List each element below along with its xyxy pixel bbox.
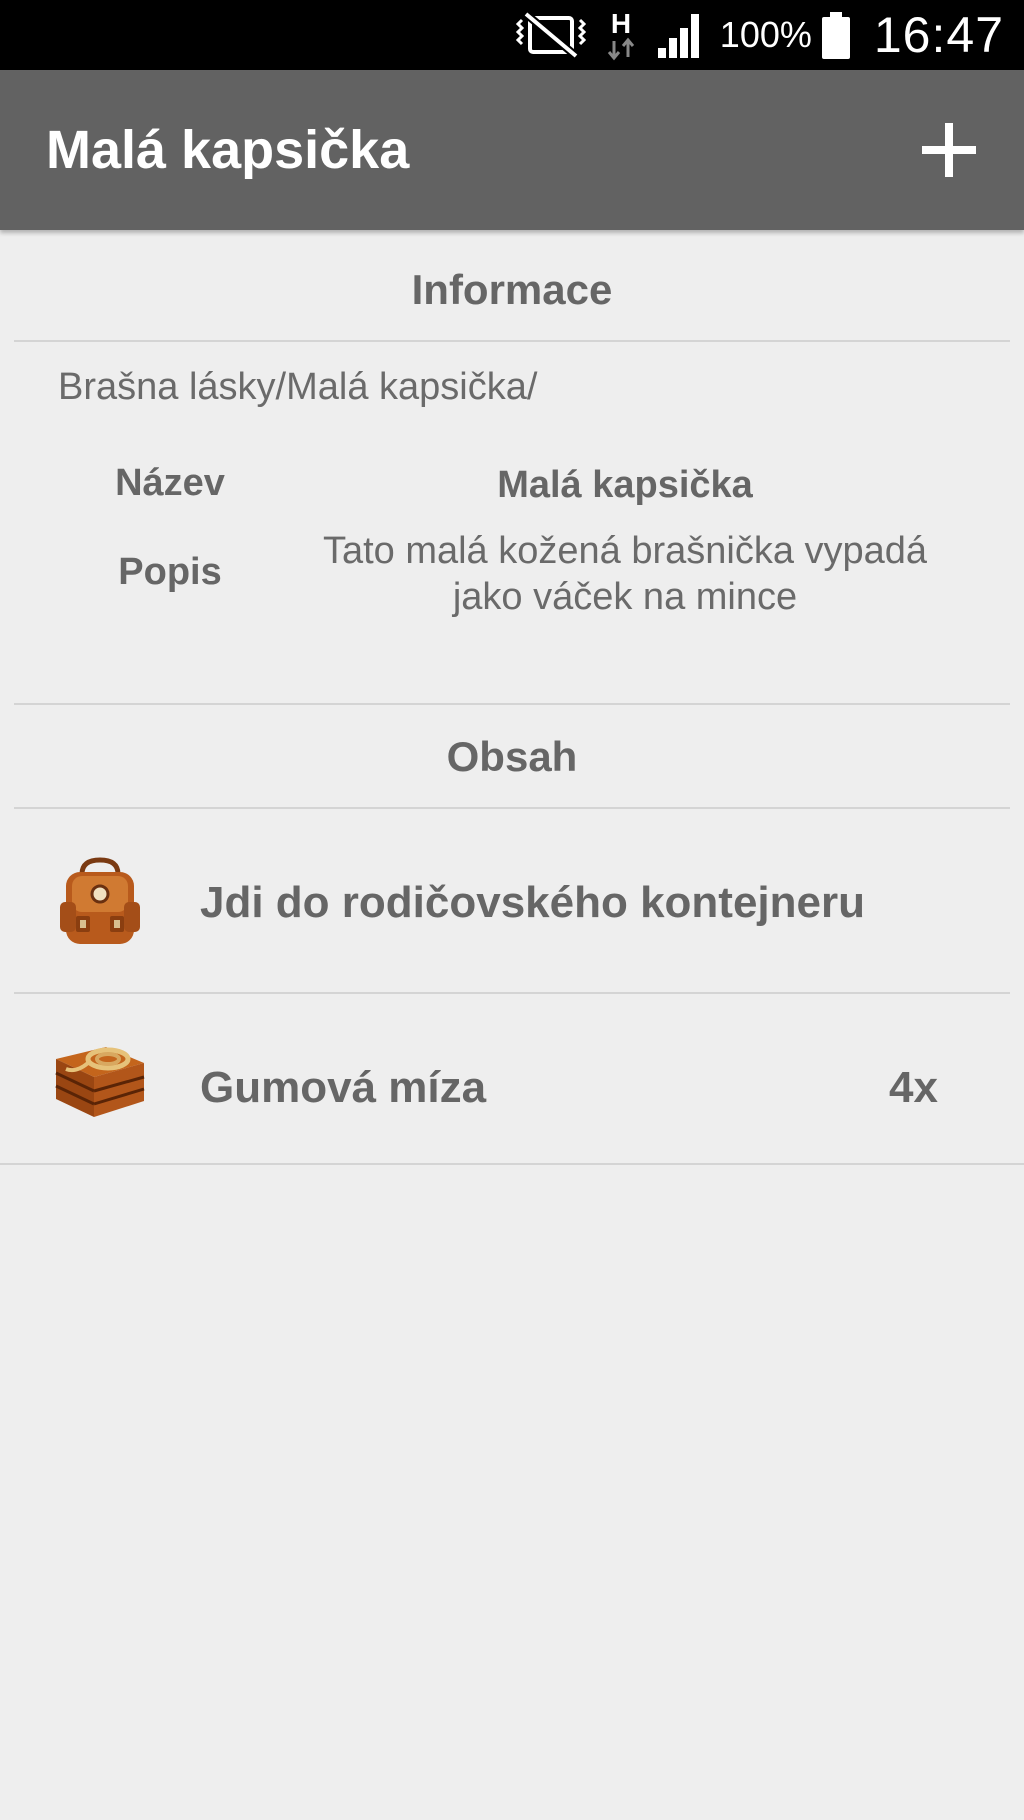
list-item[interactable]: Gumová míza 4x bbox=[0, 995, 1024, 1163]
app-toolbar: Malá kapsička bbox=[0, 70, 1024, 230]
plus-icon bbox=[922, 123, 976, 177]
wooden-crate-icon bbox=[52, 1029, 148, 1124]
info-section-header: Informace bbox=[411, 266, 613, 313]
divider bbox=[0, 1163, 1024, 1165]
row-label: Jdi do rodičovského kontejneru bbox=[200, 878, 866, 927]
item-quantity: 4x bbox=[889, 1063, 938, 1112]
divider bbox=[14, 340, 1010, 342]
container-path: Brašna lásky/Malá kapsička/ bbox=[58, 366, 538, 408]
item-name: Gumová míza bbox=[200, 1063, 487, 1112]
go-to-parent-row[interactable]: Jdi do rodičovského kontejneru bbox=[0, 810, 1024, 992]
description-value: Tato malá kožená brašnička vypadá jako v… bbox=[322, 530, 928, 618]
battery-icon bbox=[820, 10, 852, 60]
vibrate-mute-icon bbox=[515, 10, 586, 60]
divider bbox=[14, 703, 1010, 705]
description-label: Popis bbox=[118, 551, 222, 593]
battery-percent: 100% bbox=[719, 14, 812, 55]
name-label: Název bbox=[115, 462, 225, 504]
page-title: Malá kapsička bbox=[46, 120, 410, 180]
status-icons: H 100% 16:47 bbox=[498, 0, 1004, 70]
divider bbox=[14, 807, 1010, 809]
hspa-data-icon: H bbox=[604, 7, 638, 63]
contents-section-header: Obsah bbox=[446, 733, 578, 780]
network-type-text: H bbox=[611, 8, 631, 39]
add-button[interactable] bbox=[914, 115, 984, 185]
leather-backpack-icon bbox=[52, 854, 148, 955]
name-value: Malá kapsička bbox=[497, 464, 753, 506]
divider bbox=[14, 992, 1010, 994]
status-bar: H 100% 16:47 bbox=[0, 0, 1024, 70]
signal-icon bbox=[656, 10, 706, 60]
clock: 16:47 bbox=[873, 7, 1004, 63]
